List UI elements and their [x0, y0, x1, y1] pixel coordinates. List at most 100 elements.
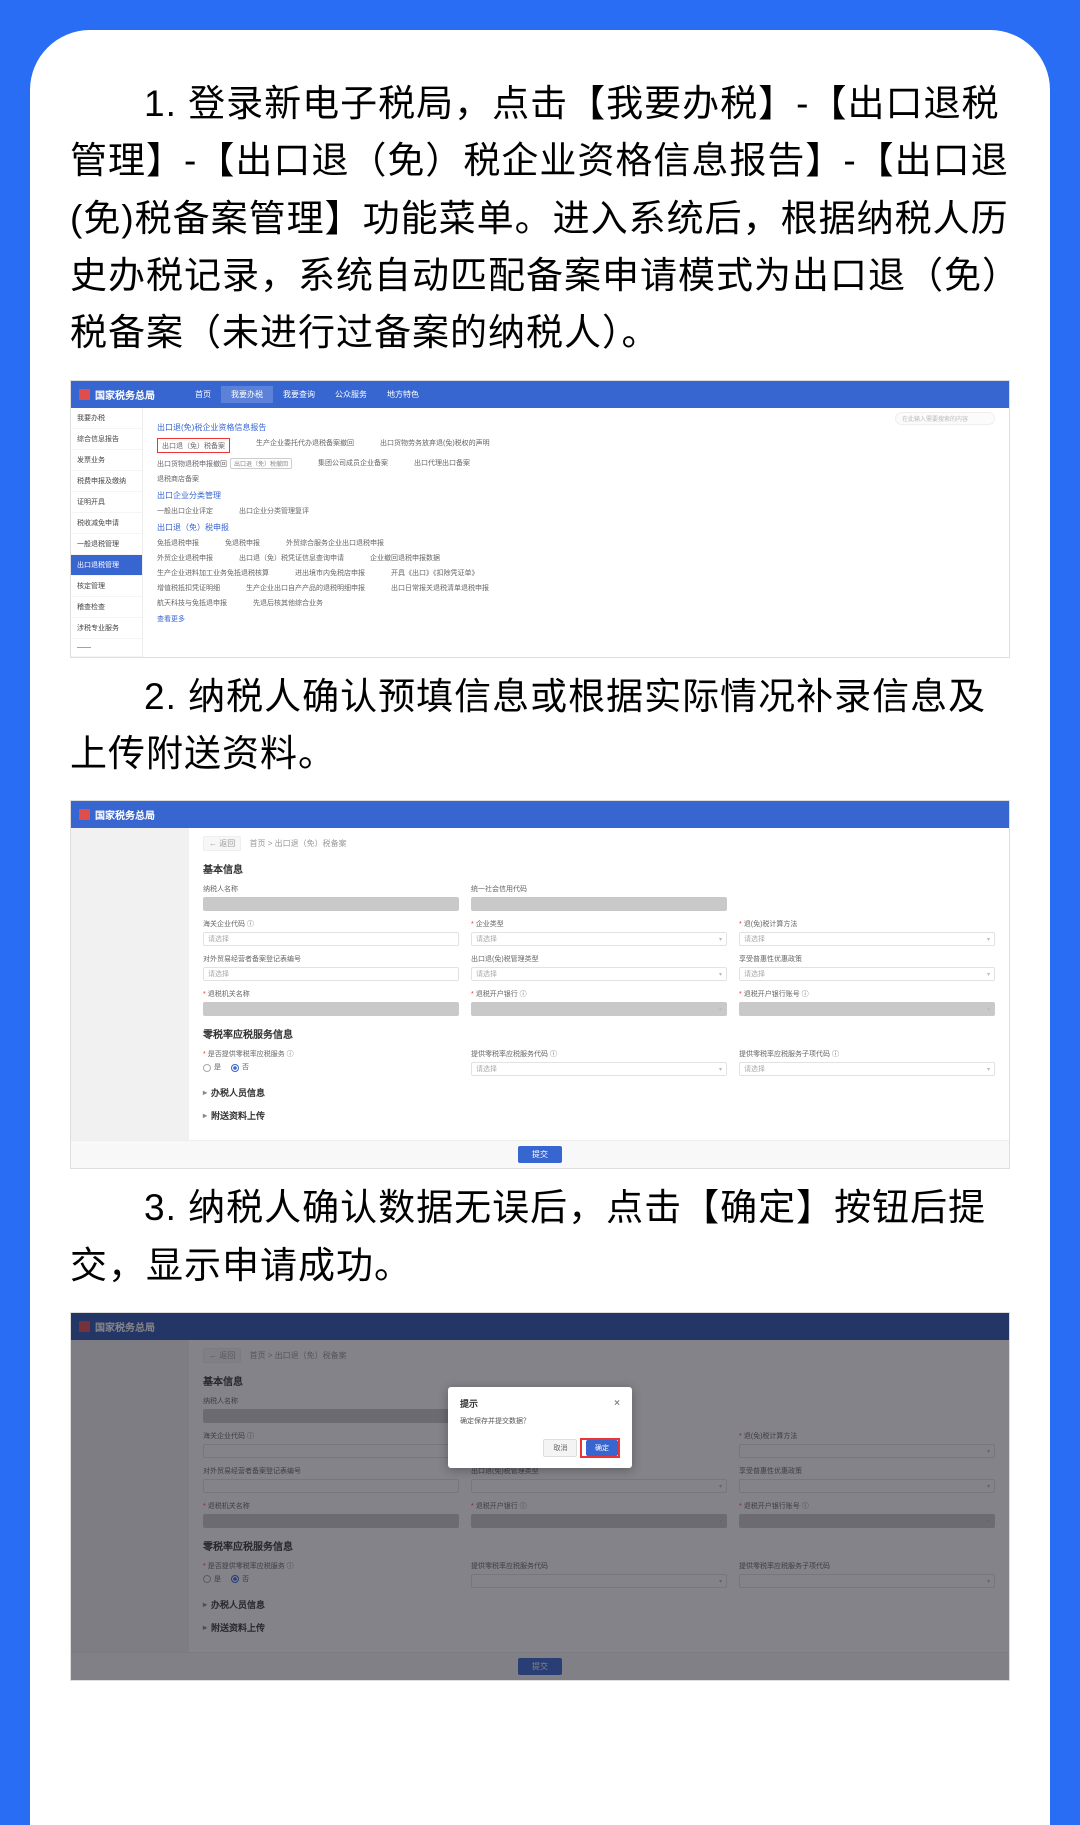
- menu-link[interactable]: 先退后核其他综合业务: [253, 598, 323, 608]
- menu-link[interactable]: 航天科技与免抵退申报: [157, 598, 227, 608]
- sidebar-item-export[interactable]: 出口退税管理: [71, 555, 142, 576]
- chevron-down-icon: ▾: [719, 1006, 722, 1013]
- submit-bar: 提交: [71, 1140, 1009, 1168]
- calc-method-select[interactable]: 请选择▾: [739, 932, 995, 946]
- highlighted-link[interactable]: 出口退（免）税备案: [157, 438, 230, 453]
- credit-code-input[interactable]: [471, 897, 727, 911]
- account-input[interactable]: ▾: [739, 1002, 995, 1016]
- chevron-down-icon: ▾: [987, 1066, 990, 1073]
- sidebar-item[interactable]: 税收减免申请: [71, 513, 142, 534]
- menu-link[interactable]: 进出境市内免税店申报: [295, 568, 365, 578]
- field-label: *退税开户银行 ⓘ: [471, 989, 727, 999]
- overseas-code-input[interactable]: 请选择: [203, 932, 459, 946]
- field-credit-code: 统一社会信用代码: [471, 884, 727, 911]
- menu-link[interactable]: 出口日常报关退税清单退税申报: [391, 583, 489, 593]
- chevron-right-icon: ▸: [203, 1111, 207, 1120]
- sidebar: 我要办税 综合信息报告 发票业务 税费申报及缴纳 证明开具 税收减免申请 一般退…: [71, 408, 143, 657]
- screenshot-2: 国家税务总局 ← 返回 首页 > 出口退（免）税备案 基本信息 纳税人名称: [70, 800, 1010, 1169]
- modal-body-text: 确定保存并提交数据？: [460, 1416, 620, 1426]
- step3-text: 3. 纳税人确认数据无误后，点击【确定】按钮后提交，显示申请成功。: [70, 1179, 1010, 1294]
- gov-title: 国家税务总局: [95, 387, 155, 402]
- menu-link[interactable]: 出口货物劳务放弃退(免)税权的声明: [380, 438, 490, 453]
- back-button[interactable]: ← 返回: [203, 836, 241, 851]
- collapse-staff[interactable]: ▸办税人员信息: [203, 1086, 995, 1099]
- top-tabs: 首页 我要办税 我要查询 公众服务 地方特色: [185, 386, 1001, 403]
- policy-select[interactable]: 请选择▾: [739, 967, 995, 981]
- gov-logo-icon: [79, 389, 90, 400]
- tab-home[interactable]: 首页: [185, 386, 221, 403]
- menu-link[interactable]: 企业撤回退税申报数据: [370, 553, 440, 563]
- tab-query[interactable]: 我要查询: [273, 386, 325, 403]
- modal-actions: 取消 确定: [460, 1438, 620, 1458]
- sidebar-item[interactable]: 证明开具: [71, 492, 142, 513]
- field-label: 统一社会信用代码: [471, 884, 727, 894]
- field-label: 纳税人名称: [203, 884, 459, 894]
- field-label: *是否提供零税率应税服务 ⓘ: [203, 1049, 459, 1059]
- collapse-attachment[interactable]: ▸附送资料上传: [203, 1109, 995, 1122]
- search-input[interactable]: 在此输入需要搜索的内容: [895, 412, 995, 425]
- submit-button[interactable]: 提交: [518, 1146, 562, 1163]
- chevron-down-icon: ▾: [719, 971, 722, 978]
- field-label: *企业类型: [471, 919, 727, 929]
- menu-link[interactable]: 增值税抵扣凭证明细: [157, 583, 220, 593]
- tax-auth-input[interactable]: [203, 1002, 459, 1016]
- chevron-down-icon: ▾: [987, 1006, 990, 1013]
- sidebar-item[interactable]: 一般退税管理: [71, 534, 142, 555]
- field-label: 海关企业代码 ⓘ: [203, 919, 459, 929]
- menu-link[interactable]: 出口企业分类管理复评: [239, 506, 309, 516]
- modal-title: 提示: [460, 1397, 478, 1410]
- sidebar-item[interactable]: 发票业务: [71, 450, 142, 471]
- ok-highlight: 确定: [580, 1438, 620, 1458]
- menu-link[interactable]: 出口退（免）税凭证信息查询申请: [239, 553, 344, 563]
- bank-input[interactable]: ▾: [471, 1002, 727, 1016]
- menu-link[interactable]: 生产企业出口自产产品的退税明细申报: [246, 583, 365, 593]
- menu-link[interactable]: 生产企业进料加工业务免抵退税核算: [157, 568, 269, 578]
- content-card: 1. 登录新电子税局，点击【我要办税】-【出口退税管理】-【出口退（免）税企业资…: [30, 30, 1050, 1825]
- sidebar-item[interactable]: ——: [71, 639, 142, 657]
- gov-header: 国家税务总局 首页 我要办税 我要查询 公众服务 地方特色: [71, 381, 1009, 408]
- zero-subcode-select[interactable]: 请选择▾: [739, 1062, 995, 1076]
- tab-local[interactable]: 地方特色: [377, 386, 429, 403]
- sidebar-item[interactable]: 我要办税: [71, 408, 142, 429]
- menu-link[interactable]: 免抵退税申报: [157, 538, 199, 548]
- tab-public[interactable]: 公众服务: [325, 386, 377, 403]
- gov-header: 国家税务总局: [71, 801, 1009, 828]
- field-label: 提供零税率应税服务子项代码 ⓘ: [739, 1049, 995, 1059]
- sidebar-item[interactable]: 税费申报及缴纳: [71, 471, 142, 492]
- tab-tax[interactable]: 我要办税: [221, 386, 273, 403]
- field-label: *退(免)税计算方法: [739, 919, 995, 929]
- menu-link[interactable]: 集团公司成员企业备案: [318, 458, 388, 469]
- section-title: 出口退（免）税申报: [157, 522, 995, 533]
- sidebar-item[interactable]: 稽查检查: [71, 597, 142, 618]
- menu-link[interactable]: 退税商店备案: [157, 474, 199, 484]
- mgmt-type-select[interactable]: 请选择▾: [471, 967, 727, 981]
- chevron-down-icon: ▾: [987, 936, 990, 943]
- taxpayer-name-input[interactable]: [203, 897, 459, 911]
- close-icon[interactable]: ×: [614, 1398, 620, 1409]
- sidebar-item[interactable]: 综合信息报告: [71, 429, 142, 450]
- radio-no[interactable]: 否: [231, 1062, 249, 1072]
- menu-link[interactable]: 生产企业委托代办退税备案撤回: [256, 438, 354, 453]
- menu-link[interactable]: 出口货物退税申报撤回出口退（免）税撤回: [157, 458, 292, 469]
- see-more-link[interactable]: 查看更多: [157, 614, 995, 624]
- chevron-down-icon: ▾: [719, 936, 722, 943]
- menu-link[interactable]: 出口代理出口备案: [414, 458, 470, 469]
- menu-link[interactable]: 开具《出口》《扣除凭证单》: [391, 568, 479, 578]
- menu-link[interactable]: 一般出口企业评定: [157, 506, 213, 516]
- gov-logo-icon: [79, 809, 90, 820]
- field-label: 对外贸易经营者备案登记表编号: [203, 954, 459, 964]
- section-title: 零税率应税服务信息: [203, 1026, 995, 1041]
- menu-link[interactable]: 外贸综合服务企业出口退税申报: [286, 538, 384, 548]
- zero-code-select[interactable]: 请选择▾: [471, 1062, 727, 1076]
- enterprise-type-select[interactable]: 请选择▾: [471, 932, 727, 946]
- foreign-trade-input[interactable]: 请选择: [203, 967, 459, 981]
- menu-link[interactable]: 外贸企业退税申报: [157, 553, 213, 563]
- section-title: 出口退(免)税企业资格信息报告: [157, 422, 995, 433]
- cancel-button[interactable]: 取消: [543, 1439, 577, 1457]
- sidebar-item[interactable]: 涉税专业服务: [71, 618, 142, 639]
- radio-yes[interactable]: 是: [203, 1062, 221, 1072]
- menu-link[interactable]: 免退税申报: [225, 538, 260, 548]
- sidebar-item[interactable]: 核定管理: [71, 576, 142, 597]
- ok-button[interactable]: 确定: [586, 1440, 618, 1456]
- form-panel: ← 返回 首页 > 出口退（免）税备案 基本信息 纳税人名称 统一社会信用代码: [189, 828, 1009, 1140]
